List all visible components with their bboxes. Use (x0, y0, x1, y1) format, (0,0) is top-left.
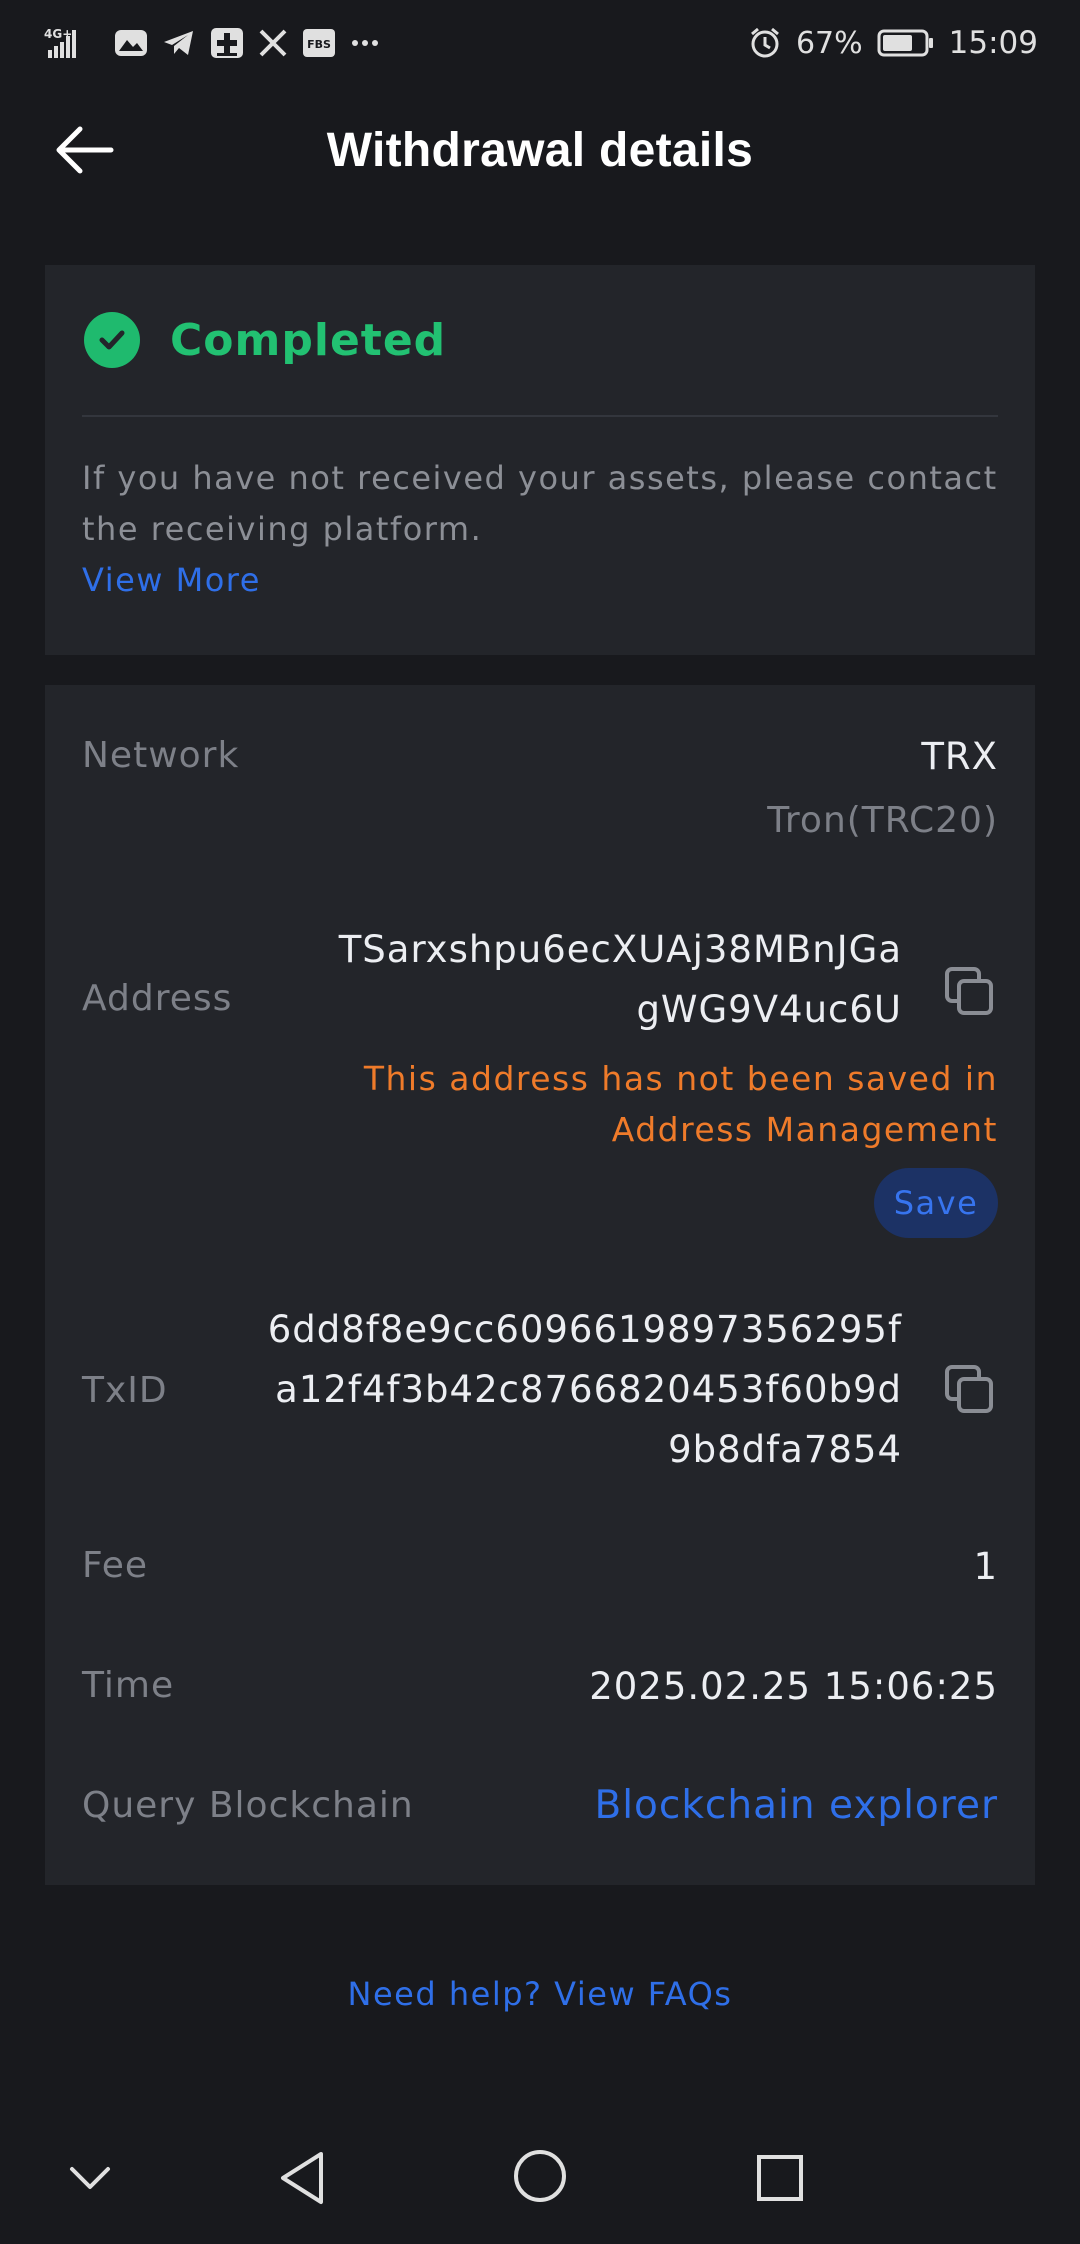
address-value: TSarxshpu6ecXUAj38MBnJGa gWG9V4uc6U (339, 920, 902, 1040)
clock: 15:09 (948, 25, 1038, 61)
network-row: Network TRX Tron(TRC20) (82, 715, 998, 845)
page-title: Withdrawal details (326, 123, 754, 177)
alarm-icon (748, 26, 782, 60)
network-value: TRX (921, 735, 998, 778)
divider (82, 415, 998, 417)
status-bar: 4G+ FBS 67% 15:09 (0, 0, 1080, 86)
address-row: Address TSarxshpu6ecXUAj38MBnJGa gWG9V4u… (82, 920, 998, 1300)
time-row: Time 2025.02.25 15:06:25 (82, 1665, 998, 1725)
back-button[interactable] (48, 118, 120, 182)
copy-icon (945, 1365, 993, 1413)
txid-label: TxID (82, 1370, 168, 1411)
status-right: 67% 15:09 (748, 25, 1038, 61)
header: Withdrawal details (0, 100, 1080, 200)
arrow-left-icon (56, 126, 114, 174)
signal-icon: 4G+ (44, 26, 100, 60)
triangle-back-icon (281, 2152, 323, 2204)
address-warning: This address has not been saved in Addre… (364, 1053, 998, 1155)
more-dots-icon (350, 28, 380, 58)
nav-collapse-button[interactable] (62, 2150, 118, 2206)
view-more-link[interactable]: View More (82, 555, 998, 605)
chevron-down-icon (70, 2167, 110, 2189)
photos-icon (114, 28, 148, 58)
status-card: Completed If you have not received your … (45, 265, 1035, 655)
square-recents-icon (757, 2155, 803, 2201)
circle-home-icon (514, 2150, 566, 2202)
txid-row: TxID 6dd8f8e9cc6096619897356295f a12f4f3… (82, 1300, 998, 1490)
status-text: Completed (170, 314, 447, 366)
fee-label: Fee (82, 1545, 149, 1586)
telegram-icon (162, 28, 196, 58)
status-row: Completed (82, 265, 998, 415)
copy-icon (945, 967, 993, 1015)
check-circle-icon (84, 312, 140, 368)
nav-home-button[interactable] (508, 2144, 572, 2208)
notice-text: If you have not received your assets, pl… (82, 459, 998, 548)
query-row: Query Blockchain Blockchain explorer (82, 1783, 998, 1845)
warning-line-2: Address Management (611, 1110, 998, 1149)
medical-plus-icon (210, 27, 244, 59)
copy-txid-button[interactable] (942, 1362, 998, 1418)
status-left: 4G+ FBS (44, 26, 380, 60)
battery-icon (877, 28, 935, 58)
query-label: Query Blockchain (82, 1785, 414, 1826)
network-label: Network (82, 735, 240, 776)
network-subvalue: Tron(TRC20) (767, 800, 998, 841)
address-line-1: TSarxshpu6ecXUAj38MBnJGa (338, 928, 902, 971)
help-faq-link[interactable]: Need help? View FAQs (0, 1975, 1080, 2013)
txid-line-3: 9b8dfa7854 (668, 1428, 902, 1471)
fbs-icon: FBS (302, 28, 336, 58)
x-icon (258, 28, 288, 58)
txid-line-1: 6dd8f8e9cc6096619897356295f (267, 1308, 902, 1351)
address-line-2: gWG9V4uc6U (636, 988, 902, 1031)
details-card: Network TRX Tron(TRC20) Address TSarxshp… (45, 685, 1035, 1885)
svg-text:FBS: FBS (307, 38, 331, 51)
warning-line-1: This address has not been saved in (363, 1059, 998, 1098)
address-label: Address (82, 978, 233, 1019)
txid-value: 6dd8f8e9cc6096619897356295f a12f4f3b42c8… (268, 1300, 902, 1480)
time-value: 2025.02.25 15:06:25 (589, 1665, 998, 1708)
copy-address-button[interactable] (942, 964, 998, 1020)
time-label: Time (82, 1665, 175, 1706)
fee-value: 1 (973, 1545, 998, 1588)
txid-line-2: a12f4f3b42c8766820453f60b9d (275, 1368, 902, 1411)
nav-recents-button[interactable] (748, 2146, 812, 2210)
system-nav-bar (0, 2130, 1080, 2230)
nav-back-button[interactable] (270, 2146, 334, 2210)
fee-row: Fee 1 (82, 1545, 998, 1605)
blockchain-explorer-link[interactable]: Blockchain explorer (594, 1783, 998, 1828)
save-address-button[interactable]: Save (874, 1168, 998, 1238)
battery-percent: 67% (795, 25, 863, 61)
